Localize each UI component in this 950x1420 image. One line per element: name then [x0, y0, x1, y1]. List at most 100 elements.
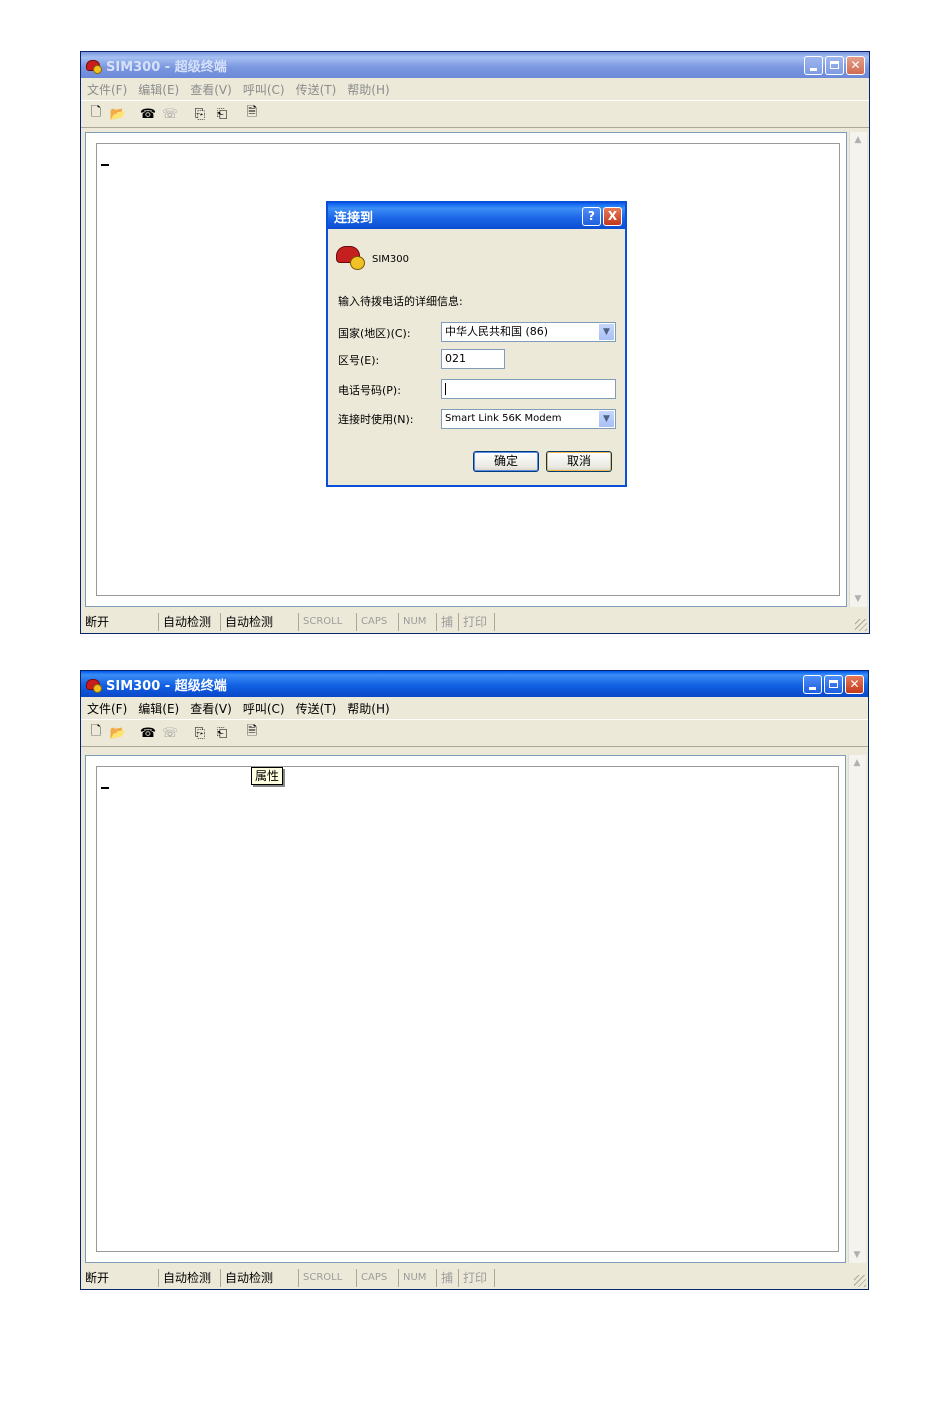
status-num: NUM [399, 1269, 437, 1287]
scroll-up-icon[interactable]: ▲ [850, 756, 864, 770]
details-prompt: 输入待拨电话的详细信息: [338, 295, 463, 308]
hyperterminal-window-2: SIM300 - 超级终端 ✕ 文件(F) 编辑(E) 查看(V) 呼叫(C) … [80, 670, 869, 1290]
receive-icon[interactable]: ⎗ [213, 724, 231, 742]
properties-icon[interactable]: 🗎 [243, 105, 261, 123]
title-bar[interactable]: SIM300 - 超级终端 ✕ [81, 671, 868, 697]
maximize-icon [829, 680, 838, 688]
dialog-title-bar[interactable]: 连接到 ? X [328, 203, 625, 229]
phone-number-label: 电话号码(P): [338, 384, 401, 397]
receive-icon[interactable]: ⎗ [213, 105, 231, 123]
status-print: 打印 [459, 613, 495, 631]
status-scroll: SCROLL [299, 1269, 357, 1287]
dial-icon[interactable]: ☎ [139, 105, 157, 123]
menu-call[interactable]: 呼叫(C) [243, 81, 285, 98]
scroll-down-icon[interactable]: ▼ [850, 1248, 864, 1262]
area-code-value: 021 [445, 352, 466, 365]
properties-tooltip: 属性 [251, 767, 284, 785]
menu-call[interactable]: 呼叫(C) [243, 700, 285, 717]
connect-using-label: 连接时使用(N): [338, 413, 414, 426]
chevron-down-icon[interactable]: ▼ [598, 324, 614, 340]
status-capture: 捕 [437, 613, 459, 631]
dial-icon[interactable]: ☎ [139, 724, 157, 742]
new-icon[interactable]: 🗋 [87, 724, 105, 742]
terminal-cursor [101, 164, 109, 166]
disconnect-icon[interactable]: ☏ [161, 105, 179, 123]
menu-transfer[interactable]: 传送(T) [296, 81, 337, 98]
status-detect-1: 自动检测 [159, 1269, 221, 1287]
status-caps: CAPS [357, 1269, 399, 1287]
country-value: 中华人民共和国 (86) [445, 325, 549, 338]
help-button[interactable]: ? [582, 206, 601, 226]
chevron-down-icon[interactable]: ▼ [598, 411, 614, 427]
area-code-input[interactable]: 021 [441, 349, 505, 369]
send-icon[interactable]: ⎘ [191, 724, 209, 742]
close-icon: ✕ [849, 677, 860, 691]
connect-to-dialog: 连接到 ? X SIM300 输入待拨电话的详细信息: 国家(地区)(C): 中… [326, 201, 627, 487]
menu-help[interactable]: 帮助(H) [347, 81, 389, 98]
menu-file[interactable]: 文件(F) [87, 81, 127, 98]
properties-icon[interactable]: 🗎 [243, 724, 261, 742]
maximize-icon [830, 61, 839, 69]
status-detect-2: 自动检测 [221, 613, 299, 631]
maximize-button[interactable] [825, 55, 844, 75]
hyperterminal-window-1: SIM300 - 超级终端 ✕ 文件(F) 编辑(E) 查看(V) 呼叫(C) … [80, 51, 870, 634]
window-title: SIM300 - 超级终端 [106, 59, 227, 75]
connect-using-select[interactable]: Smart Link 56K Modem ▼ [441, 409, 616, 429]
status-connection: 断开 [81, 613, 159, 631]
close-button[interactable]: ✕ [846, 55, 865, 75]
menu-view[interactable]: 查看(V) [190, 700, 232, 717]
terminal-cursor [101, 787, 109, 789]
cancel-button[interactable]: 取消 [546, 451, 612, 472]
dialog-close-button[interactable]: X [603, 206, 622, 226]
menu-file[interactable]: 文件(F) [87, 700, 127, 717]
open-icon[interactable]: 📂 [109, 724, 127, 742]
minimize-icon [810, 67, 817, 71]
status-bar: 断开 自动检测 自动检测 SCROLL CAPS NUM 捕 打印 [81, 1267, 868, 1289]
new-icon[interactable]: 🗋 [87, 105, 105, 123]
phone-number-input[interactable] [441, 379, 616, 399]
menu-view[interactable]: 查看(V) [190, 81, 232, 98]
title-bar[interactable]: SIM300 - 超级终端 ✕ [81, 52, 869, 78]
send-icon[interactable]: ⎘ [191, 105, 209, 123]
maximize-button[interactable] [824, 674, 843, 694]
minimize-button[interactable] [804, 55, 823, 75]
status-caps: CAPS [357, 613, 399, 631]
connection-name: SIM300 [372, 254, 410, 265]
scroll-up-icon[interactable]: ▲ [851, 133, 865, 147]
terminal-frame [96, 766, 839, 1252]
toolbar: 🗋 📂 ☎ ☏ ⎘ ⎗ 🗎 [81, 101, 869, 128]
area-code-label: 区号(E): [338, 354, 380, 367]
menu-help[interactable]: 帮助(H) [347, 700, 389, 717]
terminal-area[interactable] [85, 755, 846, 1263]
telephone-icon [336, 240, 366, 270]
connect-using-value: Smart Link 56K Modem [445, 413, 562, 424]
close-button[interactable]: ✕ [845, 674, 864, 694]
vertical-scrollbar[interactable]: ▲ ▼ [849, 132, 867, 607]
minimize-button[interactable] [803, 674, 822, 694]
resize-grip[interactable] [854, 1275, 866, 1287]
menu-edit[interactable]: 编辑(E) [138, 700, 179, 717]
status-print: 打印 [459, 1269, 495, 1287]
hyperterminal-app-icon[interactable] [85, 676, 102, 693]
country-select[interactable]: 中华人民共和国 (86) ▼ [441, 322, 616, 342]
disconnect-icon[interactable]: ☏ [161, 724, 179, 742]
status-detect-1: 自动检测 [159, 613, 221, 631]
status-detect-2: 自动检测 [221, 1269, 299, 1287]
status-connection: 断开 [81, 1269, 159, 1287]
hyperterminal-app-icon[interactable] [85, 57, 102, 74]
window-title: SIM300 - 超级终端 [106, 678, 227, 694]
toolbar: 🗋 📂 ☎ ☏ ⎘ ⎗ 🗎 [81, 720, 868, 747]
open-icon[interactable]: 📂 [109, 105, 127, 123]
status-capture: 捕 [437, 1269, 459, 1287]
ok-button[interactable]: 确定 [473, 451, 539, 472]
vertical-scrollbar[interactable]: ▲ ▼ [848, 755, 866, 1263]
menu-edit[interactable]: 编辑(E) [138, 81, 179, 98]
menu-transfer[interactable]: 传送(T) [296, 700, 337, 717]
text-caret [445, 383, 446, 395]
resize-grip[interactable] [855, 619, 867, 631]
minimize-icon [809, 686, 816, 690]
status-scroll: SCROLL [299, 613, 357, 631]
dialog-body: SIM300 输入待拨电话的详细信息: 国家(地区)(C): 中华人民共和国 (… [328, 229, 625, 483]
menu-bar: 文件(F) 编辑(E) 查看(V) 呼叫(C) 传送(T) 帮助(H) [81, 78, 869, 101]
scroll-down-icon[interactable]: ▼ [851, 592, 865, 606]
